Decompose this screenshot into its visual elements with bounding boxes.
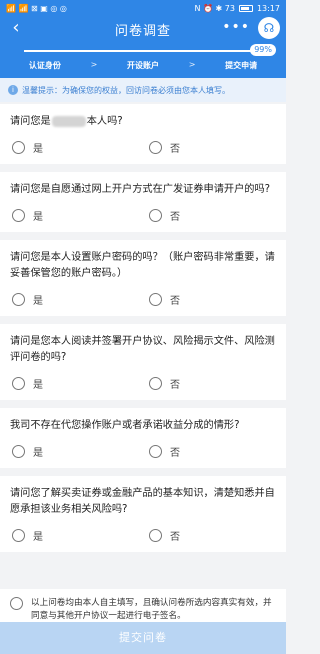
option-yes[interactable]: 是 <box>10 140 143 155</box>
option-no[interactable]: 否 <box>143 140 276 155</box>
customer-service-icon[interactable]: ☊ <box>258 17 280 39</box>
question-text: 请问您是本人设置账户密码的吗？（账户密码非常重要，请妥善保管您的账户密码。） <box>10 252 275 279</box>
radio-icon[interactable] <box>12 292 25 306</box>
status-bar: 📶 📶 ⊠ ▣ ◎ ◎ N ⏰ ✱ 73 13:17 <box>0 0 286 16</box>
header: 📶 📶 ⊠ ▣ ◎ ◎ N ⏰ ✱ 73 13:17 ‹ 问卷调查 ••• ☊ … <box>0 0 286 78</box>
question-list: 请问您是 本人吗? 是 否 请问您是自愿通过网上开户方式在广发证券申请开户的吗? … <box>0 104 286 560</box>
step-verify-identity: 认证身份 <box>28 61 61 70</box>
option-label: 否 <box>170 379 180 391</box>
option-no[interactable]: 否 <box>143 292 276 307</box>
info-icon: i <box>8 85 18 95</box>
option-label: 是 <box>33 295 43 307</box>
progress-bar <box>24 50 256 52</box>
option-label: 否 <box>170 447 180 459</box>
answer-options: 是 否 <box>10 518 276 552</box>
progress-section: 99% 认证身份 > 开设账户 > 提交申请 <box>0 42 286 78</box>
question-text: 我司不存在代您操作账户或者承诺收益分成的情形? <box>10 420 240 431</box>
status-indicators: N ⏰ ✱ 73 <box>194 3 235 13</box>
question-card: 请问是您本人阅读并签署开户协议、风险揭示文件、风险测评问卷的吗? 是 否 <box>0 324 286 400</box>
chevron-right-icon: > <box>188 60 196 69</box>
question-card: 请问您是 本人吗? 是 否 <box>0 104 286 164</box>
question-text: 请问您是 本人吗? <box>10 114 276 130</box>
progress-percent: 99% <box>250 44 276 56</box>
question-text: 请问您是自愿通过网上开户方式在广发证券申请开户的吗? <box>10 184 271 195</box>
redacted-name <box>51 115 86 127</box>
question-card: 请问您是本人设置账户密码的吗？（账户密码非常重要，请妥善保管您的账户密码。） 是… <box>0 240 286 316</box>
option-yes[interactable]: 是 <box>10 528 143 543</box>
option-label: 否 <box>170 295 180 307</box>
option-no[interactable]: 否 <box>143 208 276 223</box>
option-label: 否 <box>170 531 180 543</box>
question-card: 请问您是自愿通过网上开户方式在广发证券申请开户的吗? 是 否 <box>0 172 286 232</box>
option-label: 否 <box>170 211 180 223</box>
notice-banner: i 温馨提示：为确保您的权益，回访问卷必须由您本人填写。 <box>0 78 286 102</box>
radio-icon[interactable] <box>149 292 162 306</box>
question-prefix: 请问您是 <box>10 116 51 127</box>
radio-icon[interactable] <box>12 528 25 542</box>
radio-icon[interactable] <box>149 376 162 390</box>
back-icon[interactable]: ‹ <box>6 18 26 38</box>
radio-icon[interactable] <box>12 376 25 390</box>
option-yes[interactable]: 是 <box>10 208 143 223</box>
option-label: 是 <box>33 143 43 155</box>
agreement-text: 以上问卷均由本人自主填写，且确认问卷所选内容真实有效，并同意与其他开户协议一起进… <box>31 598 272 621</box>
radio-icon[interactable] <box>149 208 162 222</box>
answer-options: 是 否 <box>10 366 276 400</box>
option-label: 是 <box>33 531 43 543</box>
status-icons-left: 📶 📶 ⊠ ▣ ◎ ◎ <box>6 3 67 13</box>
progress-fill <box>24 50 254 52</box>
radio-icon[interactable] <box>12 208 25 222</box>
answer-options: 是 否 <box>10 130 276 164</box>
more-icon[interactable]: ••• <box>222 18 250 36</box>
question-card: 请问您了解买卖证券或金融产品的基本知识，清楚知悉并自愿承担该业务相关风险吗? 是… <box>0 476 286 552</box>
chevron-right-icon: > <box>90 60 98 69</box>
radio-icon[interactable] <box>149 140 162 154</box>
option-yes[interactable]: 是 <box>10 444 143 459</box>
page-title: 问卷调查 <box>114 23 171 39</box>
step-submit-application: 提交申请 <box>225 61 258 70</box>
option-label: 是 <box>33 211 43 223</box>
option-no[interactable]: 否 <box>143 376 276 391</box>
radio-icon[interactable] <box>149 444 162 458</box>
option-label: 是 <box>33 447 43 459</box>
question-text: 请问您了解买卖证券或金融产品的基本知识，清楚知悉并自愿承担该业务相关风险吗? <box>10 488 275 515</box>
question-text: 请问是您本人阅读并签署开户协议、风险揭示文件、风险测评问卷的吗? <box>10 336 275 363</box>
step-open-account: 开设账户 <box>127 61 159 70</box>
option-yes[interactable]: 是 <box>10 376 143 391</box>
option-label: 否 <box>170 143 180 155</box>
status-time: 13:17 <box>256 3 280 13</box>
notice-text: 温馨提示：为确保您的权益，回访问卷必须由您本人填写。 <box>22 85 230 95</box>
option-no[interactable]: 否 <box>143 528 276 543</box>
agreement-checkbox-icon[interactable] <box>10 597 23 610</box>
answer-options: 是 否 <box>10 282 276 316</box>
question-suffix: 本人吗? <box>86 116 123 127</box>
option-no[interactable]: 否 <box>143 444 276 459</box>
option-yes[interactable]: 是 <box>10 292 143 307</box>
radio-icon[interactable] <box>149 528 162 542</box>
radio-icon[interactable] <box>12 444 25 458</box>
radio-icon[interactable] <box>12 140 25 154</box>
answer-options: 是 否 <box>10 434 276 468</box>
progress-steps: 认证身份 > 开设账户 > 提交申请 <box>0 60 286 71</box>
navbar: ‹ 问卷调查 ••• ☊ <box>0 16 286 42</box>
answer-options: 是 否 <box>10 198 276 232</box>
submit-button[interactable]: 提交问卷 <box>0 622 286 654</box>
status-icons-right: N ⏰ ✱ 73 13:17 <box>194 4 280 13</box>
battery-icon <box>238 4 253 12</box>
option-label: 是 <box>33 379 43 391</box>
question-card: 我司不存在代您操作账户或者承诺收益分成的情形? 是 否 <box>0 408 286 468</box>
